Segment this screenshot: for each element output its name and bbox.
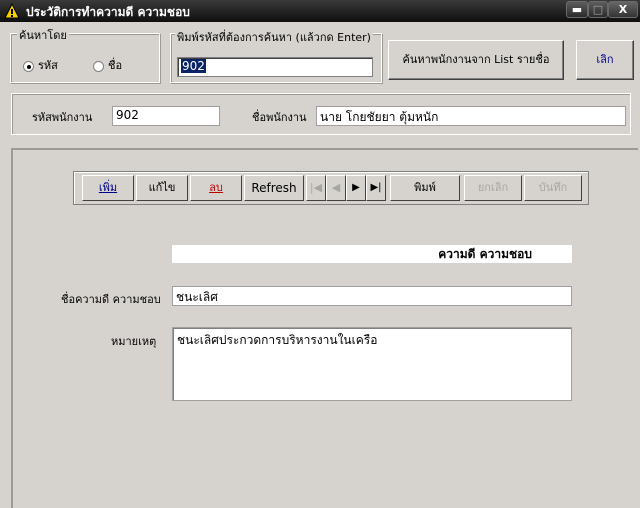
cancel-button[interactable]: เลิก	[576, 40, 634, 80]
radio-name-label: ชื่อ	[108, 59, 123, 72]
search-by-legend: ค้นหาโดย	[17, 26, 69, 44]
first-record-icon[interactable]: |◀	[306, 175, 326, 201]
window-title: ประวัติการทำความดี ความชอบ	[26, 5, 190, 19]
form-client-area: ค้นหาโดย รหัส ชื่อ พิมพ์รหัสที่ต้องการค้…	[0, 22, 640, 508]
employee-name-field[interactable]: นาย โกยชัยยา ตุ้มหนัก	[316, 106, 626, 126]
minimize-button[interactable]: ▬	[566, 1, 588, 18]
search-code-value: 902	[181, 59, 206, 73]
radio-search-by-code[interactable]: รหัส	[23, 56, 58, 74]
close-button[interactable]: X	[608, 1, 638, 18]
note-label: หมายเหตุ	[111, 335, 157, 348]
record-toolbar: เพิ่ม แก้ไข ลบ Refresh |◀ ◀ ▶ ▶| พิมพ์ ย…	[73, 171, 589, 205]
next-record-icon[interactable]: ▶	[346, 175, 366, 201]
merit-name-label: ชื่อความดี ความชอบ	[61, 293, 161, 306]
save-button[interactable]: บันทึก	[524, 175, 582, 201]
employee-name-label: ชื่อพนักงาน	[252, 111, 307, 124]
search-employee-list-button[interactable]: ค้นหาพนักงานจาก List รายชื่อ	[388, 40, 564, 80]
employee-info-panel: รหัสพนักงาน 902 ชื่อพนักงาน นาย โกยชัยยา…	[11, 93, 631, 135]
merit-detail-panel: เพิ่ม แก้ไข ลบ Refresh |◀ ◀ ▶ ▶| พิมพ์ ย…	[11, 148, 638, 508]
refresh-button[interactable]: Refresh	[244, 175, 304, 201]
add-button[interactable]: เพิ่ม	[82, 175, 134, 201]
radio-selected-icon	[23, 60, 34, 72]
previous-record-icon[interactable]: ◀	[326, 175, 346, 201]
app-warning-icon	[4, 3, 20, 19]
maximize-button[interactable]: □	[588, 1, 608, 18]
delete-button[interactable]: ลบ	[190, 175, 242, 201]
merit-name-field[interactable]: ชนะเลิศ	[172, 286, 572, 306]
enter-code-group: พิมพ์รหัสที่ต้องการค้นหา (แล้วกด Enter) …	[170, 28, 382, 83]
employee-code-field[interactable]: 902	[112, 106, 220, 126]
note-textarea[interactable]: ชนะเลิศประกวดการบริหารงานในเครือ	[172, 327, 572, 401]
enter-code-legend: พิมพ์รหัสที่ต้องการค้นหา (แล้วกด Enter)	[175, 28, 373, 46]
radio-search-by-name[interactable]: ชื่อ	[93, 56, 122, 74]
search-by-group: ค้นหาโดย รหัส ชื่อ	[10, 26, 160, 83]
title-bar[interactable]: ประวัติการทำความดี ความชอบ ▬ □ X	[0, 0, 640, 22]
employee-code-label: รหัสพนักงาน	[32, 111, 93, 124]
print-button[interactable]: พิมพ์	[390, 175, 460, 201]
section-header: ความดี ความชอบ	[172, 245, 572, 263]
search-code-input[interactable]: 902	[177, 57, 373, 77]
edit-button[interactable]: แก้ไข	[136, 175, 188, 201]
app-window: ประวัติการทำความดี ความชอบ ▬ □ X ค้นหาโด…	[0, 0, 640, 508]
undo-button[interactable]: ยกเลิก	[464, 175, 522, 201]
radio-unselected-icon	[93, 60, 104, 72]
radio-code-label: รหัส	[38, 59, 58, 72]
last-record-icon[interactable]: ▶|	[366, 175, 386, 201]
